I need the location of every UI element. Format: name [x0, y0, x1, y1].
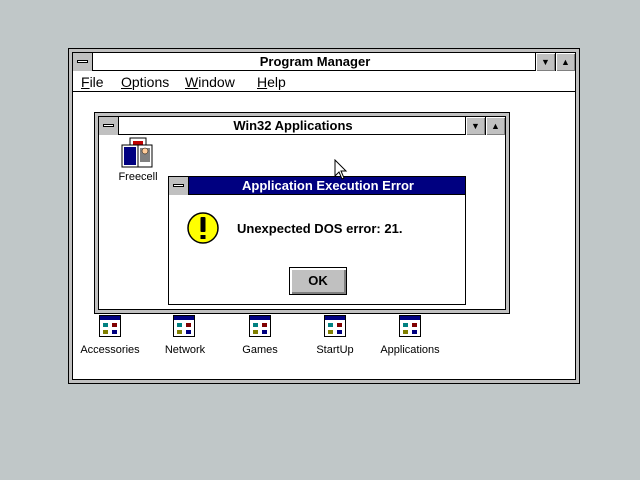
- system-menu-icon: [103, 124, 114, 127]
- group-app-icon: [103, 323, 108, 327]
- group-label-startup: StartUp: [316, 344, 354, 356]
- menu-window-accel: W: [185, 74, 199, 90]
- group-app-icon: [253, 323, 258, 327]
- system-menu-icon: [173, 184, 184, 187]
- error-dialog-title: Application Execution Error: [242, 178, 414, 193]
- system-menu-button[interactable]: [73, 53, 93, 71]
- menu-window-label: indow: [198, 74, 235, 90]
- system-menu-icon: [77, 60, 88, 63]
- minimize-icon: ▼: [471, 121, 480, 131]
- menu-options[interactable]: Options: [121, 73, 169, 91]
- menu-options-label: ptions: [131, 74, 170, 90]
- menu-bar: File Options Window Help: [73, 72, 575, 92]
- menu-file[interactable]: File: [81, 73, 104, 91]
- program-group-icon: [173, 315, 195, 337]
- group-titlebar-icon: [325, 316, 345, 320]
- menu-help-accel: H: [257, 74, 268, 90]
- group-titlebar-icon: [250, 316, 270, 320]
- freecell-icon: [121, 137, 153, 168]
- menu-file-label: ile: [89, 74, 104, 90]
- program-group-icon: [399, 315, 421, 337]
- win32-title: Win32 Applications: [233, 118, 353, 133]
- menu-options-accel: O: [121, 74, 132, 90]
- error-message: Unexpected DOS error: 21.: [237, 221, 403, 236]
- menu-file-accel: F: [81, 74, 90, 90]
- group-app-icon: [403, 330, 408, 334]
- group-app-icon: [177, 330, 182, 334]
- program-manager-title: Program Manager: [259, 54, 371, 69]
- menu-help-label: elp: [267, 74, 286, 90]
- error-dialog[interactable]: Application Execution Error Unexpected D…: [168, 176, 466, 305]
- group-titlebar-icon: [174, 316, 194, 320]
- maximize-icon: ▲: [491, 121, 500, 131]
- ok-button[interactable]: OK: [289, 267, 347, 295]
- mouse-pointer-icon: [334, 159, 348, 180]
- error-dialog-titlebar[interactable]: Application Execution Error: [169, 177, 465, 195]
- group-app-icon: [262, 323, 267, 327]
- program-manager-titlebar[interactable]: Program Manager ▼ ▲: [73, 53, 575, 71]
- maximize-button[interactable]: ▲: [555, 53, 575, 71]
- program-group-icon: [249, 315, 271, 337]
- group-app-icon: [412, 323, 417, 327]
- win32-titlebar[interactable]: Win32 Applications ▼ ▲: [99, 117, 505, 135]
- group-app-icon: [337, 330, 342, 334]
- group-app-icon: [412, 330, 417, 334]
- group-titlebar-icon: [400, 316, 420, 320]
- win32-minimize-button[interactable]: ▼: [465, 117, 485, 135]
- group-app-icon: [186, 323, 191, 327]
- group-label-network: Network: [164, 344, 206, 356]
- program-group-icon: [324, 315, 346, 337]
- menu-window[interactable]: Window: [185, 73, 235, 91]
- group-app-icon: [403, 323, 408, 327]
- group-app-icon: [177, 323, 182, 327]
- group-app-icon: [337, 323, 342, 327]
- group-app-icon: [262, 330, 267, 334]
- group-app-icon: [253, 330, 258, 334]
- group-label-accessories: Accessories: [80, 344, 140, 356]
- freecell-label: Freecell: [118, 171, 158, 183]
- win32-system-menu-button[interactable]: [99, 117, 119, 135]
- program-group-icon: [99, 315, 121, 337]
- maximize-icon: ▲: [561, 57, 570, 67]
- group-label-games: Games: [242, 344, 278, 356]
- group-app-icon: [112, 323, 117, 327]
- group-app-icon: [328, 330, 333, 334]
- group-titlebar-icon: [100, 316, 120, 320]
- exclamation-icon: [187, 212, 219, 244]
- error-dialog-system-menu[interactable]: [169, 177, 189, 195]
- menu-help[interactable]: Help: [257, 73, 286, 91]
- win32-maximize-button[interactable]: ▲: [485, 117, 505, 135]
- minimize-icon: ▼: [541, 57, 550, 67]
- minimize-button[interactable]: ▼: [535, 53, 555, 71]
- group-app-icon: [328, 323, 333, 327]
- group-app-icon: [186, 330, 191, 334]
- group-label-applications: Applications: [380, 344, 440, 356]
- group-app-icon: [112, 330, 117, 334]
- group-app-icon: [103, 330, 108, 334]
